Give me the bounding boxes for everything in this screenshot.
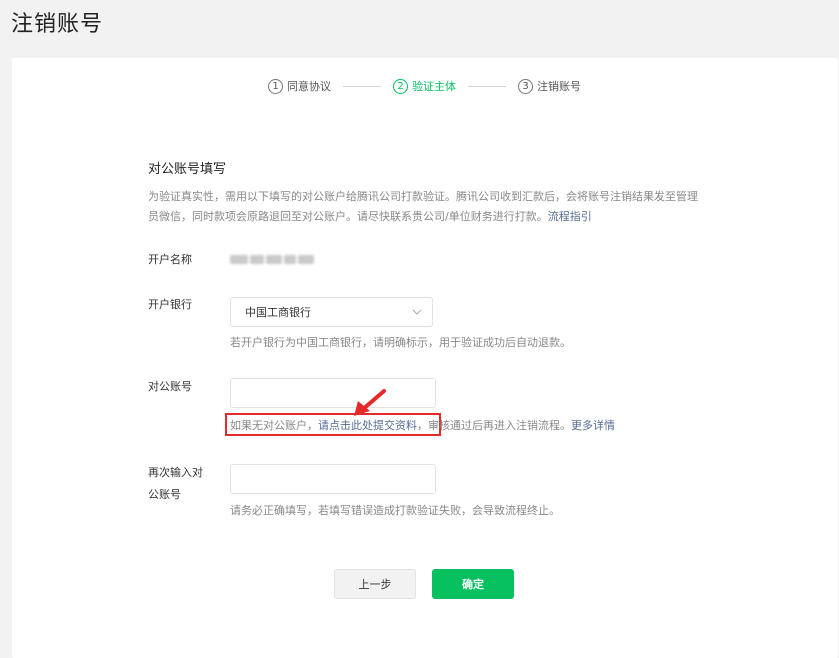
confirm-hint: 请务必正确填写，若填写错误造成打款验证失败，会导致流程终止。 — [230, 504, 560, 517]
confirm-account-label: 再次输入对 公账号 — [148, 462, 203, 506]
step-label: 同意协议 — [287, 80, 331, 93]
step-label: 验证主体 — [412, 80, 456, 93]
page-title: 注销账号 — [11, 12, 104, 37]
account-number-label: 对公账号 — [148, 380, 192, 393]
bank-label: 开户银行 — [148, 298, 192, 311]
previous-step-button[interactable]: 上一步 — [334, 569, 416, 599]
bank-hint: 若开户银行为中国工商银行，请明确标示，用于验证成功后自动退款。 — [230, 336, 571, 349]
bank-select-value: 中国工商银行 — [245, 306, 311, 319]
confirm-label-line1: 再次输入对 — [148, 466, 203, 479]
notice-after-text: ，审核通过后再进入注销流程。 — [417, 419, 571, 432]
step-label: 注销账号 — [537, 80, 581, 93]
step-3: 3 注销账号 — [518, 78, 581, 94]
account-number-input[interactable] — [230, 378, 436, 408]
account-name-value-blurred — [230, 254, 316, 266]
process-guide-link[interactable]: 流程指引 — [548, 210, 592, 223]
step-number: 3 — [518, 78, 533, 94]
step-number: 2 — [393, 78, 408, 94]
section-description: 为验证真实性，需用以下填写的对公账户给腾讯公司打款验证。腾讯公司收到汇款后，会将… — [148, 187, 708, 227]
step-divider — [468, 85, 506, 87]
description-text: 为验证真实性，需用以下填写的对公账户给腾讯公司打款验证。腾讯公司收到汇款后，会将… — [148, 190, 698, 223]
bank-select[interactable]: 中国工商银行 — [230, 297, 433, 327]
notice-text: 如果无对公账户， — [230, 419, 318, 432]
content-card: 1 同意协议 2 验证主体 3 注销账号 对公账号填写 为验证真实性，需用以下填… — [12, 58, 838, 658]
step-divider — [343, 85, 381, 87]
confirm-account-input[interactable] — [230, 464, 436, 494]
step-2: 2 验证主体 — [393, 78, 456, 94]
more-details-link[interactable]: 更多详情 — [571, 419, 615, 432]
submit-materials-link[interactable]: 请点击此处提交资料 — [318, 419, 417, 432]
confirm-button[interactable]: 确定 — [432, 569, 514, 599]
step-1: 1 同意协议 — [268, 78, 331, 94]
step-number: 1 — [268, 78, 283, 94]
no-account-notice: 如果无对公账户，请点击此处提交资料，审核通过后再进入注销流程。更多详情 — [230, 418, 615, 434]
stepper: 1 同意协议 2 验证主体 3 注销账号 — [268, 77, 581, 95]
chevron-down-icon — [412, 309, 422, 315]
confirm-label-line2: 公账号 — [148, 488, 181, 501]
account-name-label: 开户名称 — [148, 253, 192, 266]
section-title: 对公账号填写 — [148, 162, 227, 177]
